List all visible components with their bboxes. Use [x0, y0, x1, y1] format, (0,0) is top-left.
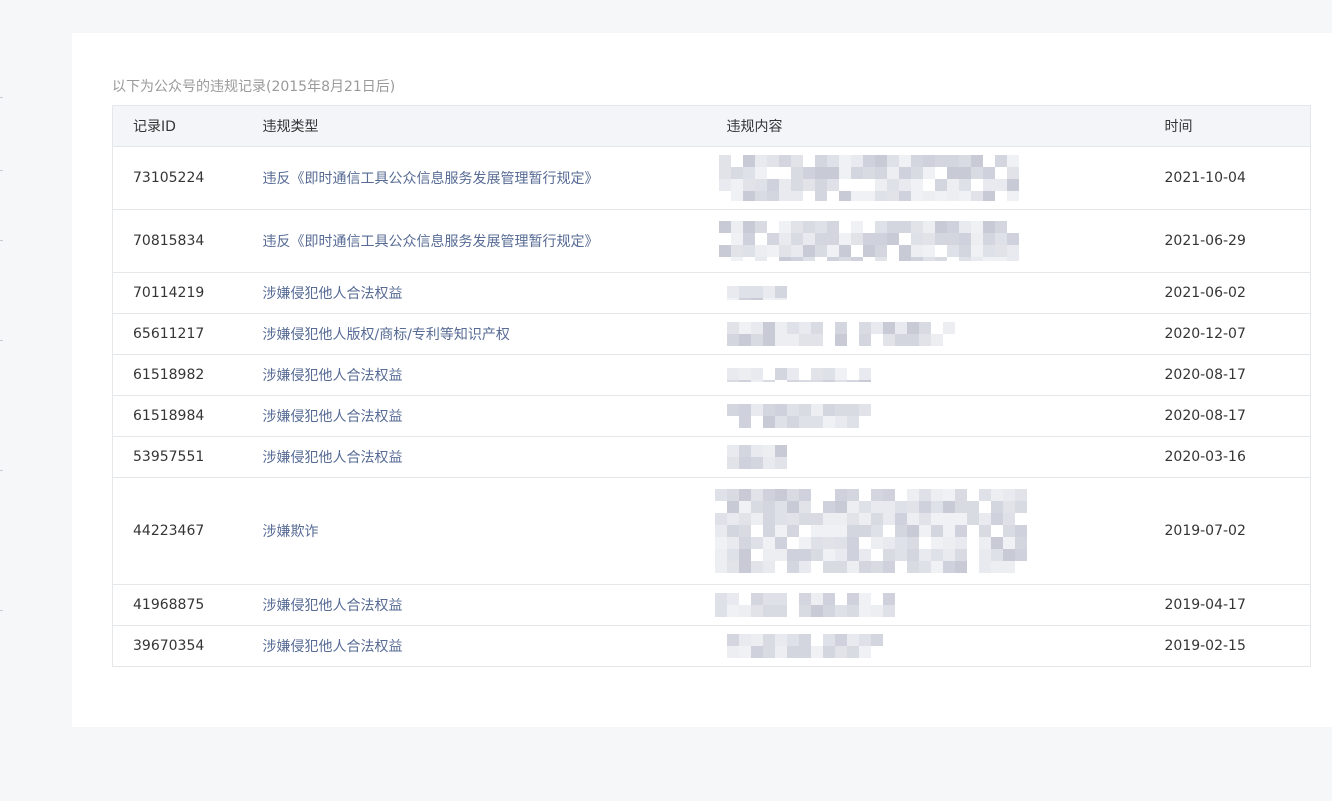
violation-type-link[interactable]: 违反《即时通信工具公众信息服务发展管理暂行规定》	[263, 171, 599, 187]
violation-type-link[interactable]: 涉嫌侵犯他人合法权益	[263, 409, 403, 425]
record-date: 2019-07-02	[1144, 477, 1311, 585]
table-row: 44223467 涉嫌欺诈 2019-07-02	[112, 477, 1311, 585]
violation-content-redacted	[706, 313, 1145, 355]
violation-type-link[interactable]: 涉嫌侵犯他人版权/商标/专利等知识产权	[263, 327, 510, 343]
violation-type-link[interactable]: 涉嫌侵犯他人合法权益	[263, 598, 403, 614]
violation-type-link[interactable]: 涉嫌侵犯他人合法权益	[263, 286, 403, 302]
table-row: 65611217 涉嫌侵犯他人版权/商标/专利等知识产权 2020-12-07	[112, 313, 1311, 355]
record-date: 2021-10-04	[1144, 146, 1311, 210]
table-row: 61518982 涉嫌侵犯他人合法权益 2020-08-17	[112, 354, 1311, 396]
violation-content-redacted	[706, 395, 1145, 437]
violation-type-link[interactable]: 违反《即时通信工具公众信息服务发展管理暂行规定》	[263, 234, 599, 250]
record-date: 2021-06-02	[1144, 272, 1311, 314]
violation-records-table: 记录ID 违规类型 违规内容 时间 73105224 违反《即时通信工具公众信息…	[112, 105, 1311, 667]
header-record-id: 记录ID	[112, 105, 243, 147]
record-id: 61518984	[112, 395, 243, 437]
table-row: 39670354 涉嫌侵犯他人合法权益 2019-02-15	[112, 625, 1311, 667]
violation-content-redacted	[706, 625, 1145, 667]
record-id: 65611217	[112, 313, 243, 355]
table-row: 70815834 违反《即时通信工具公众信息服务发展管理暂行规定》 2021-0…	[112, 209, 1311, 273]
violation-content-redacted	[706, 436, 1145, 478]
record-id: 61518982	[112, 354, 243, 396]
violation-content-redacted	[706, 146, 1145, 210]
violation-type-link[interactable]: 涉嫌侵犯他人合法权益	[263, 450, 403, 466]
violation-content-redacted	[706, 272, 1145, 314]
table-row: 41968875 涉嫌侵犯他人合法权益 2019-04-17	[112, 584, 1311, 626]
record-id: 53957551	[112, 436, 243, 478]
violation-content-redacted	[706, 354, 1145, 396]
violation-type-link[interactable]: 涉嫌侵犯他人合法权益	[263, 368, 403, 384]
record-date: 2019-02-15	[1144, 625, 1311, 667]
header-time: 时间	[1144, 105, 1311, 147]
table-row: 70114219 涉嫌侵犯他人合法权益 2021-06-02	[112, 272, 1311, 314]
record-id: 44223467	[112, 477, 243, 585]
record-id: 70815834	[112, 209, 243, 273]
violation-type-link[interactable]: 涉嫌侵犯他人合法权益	[263, 639, 403, 655]
record-id: 41968875	[112, 584, 243, 626]
record-date: 2020-08-17	[1144, 354, 1311, 396]
records-notice: 以下为公众号的违规记录(2015年8月21日后)	[112, 79, 396, 95]
violation-records-card: 以下为公众号的违规记录(2015年8月21日后) 记录ID 违规类型 违规内容 …	[72, 33, 1332, 727]
header-violation-content: 违规内容	[706, 105, 1145, 147]
record-date: 2020-03-16	[1144, 436, 1311, 478]
violation-content-redacted	[706, 477, 1145, 585]
record-date: 2020-12-07	[1144, 313, 1311, 355]
table-row: 53957551 涉嫌侵犯他人合法权益 2020-03-16	[112, 436, 1311, 478]
record-id: 70114219	[112, 272, 243, 314]
record-date: 2019-04-17	[1144, 584, 1311, 626]
record-date: 2021-06-29	[1144, 209, 1311, 273]
table-header-row: 记录ID 违规类型 违规内容 时间	[112, 105, 1311, 147]
record-id: 39670354	[112, 625, 243, 667]
table-row: 61518984 涉嫌侵犯他人合法权益 2020-08-17	[112, 395, 1311, 437]
violation-content-redacted	[706, 584, 1145, 626]
violation-content-redacted	[706, 209, 1145, 273]
sidebar-edge	[0, 0, 6, 801]
header-violation-type: 违规类型	[242, 105, 707, 147]
record-id: 73105224	[112, 146, 243, 210]
table-row: 73105224 违反《即时通信工具公众信息服务发展管理暂行规定》 2021-1…	[112, 146, 1311, 210]
violation-type-link[interactable]: 涉嫌欺诈	[263, 524, 319, 540]
record-date: 2020-08-17	[1144, 395, 1311, 437]
